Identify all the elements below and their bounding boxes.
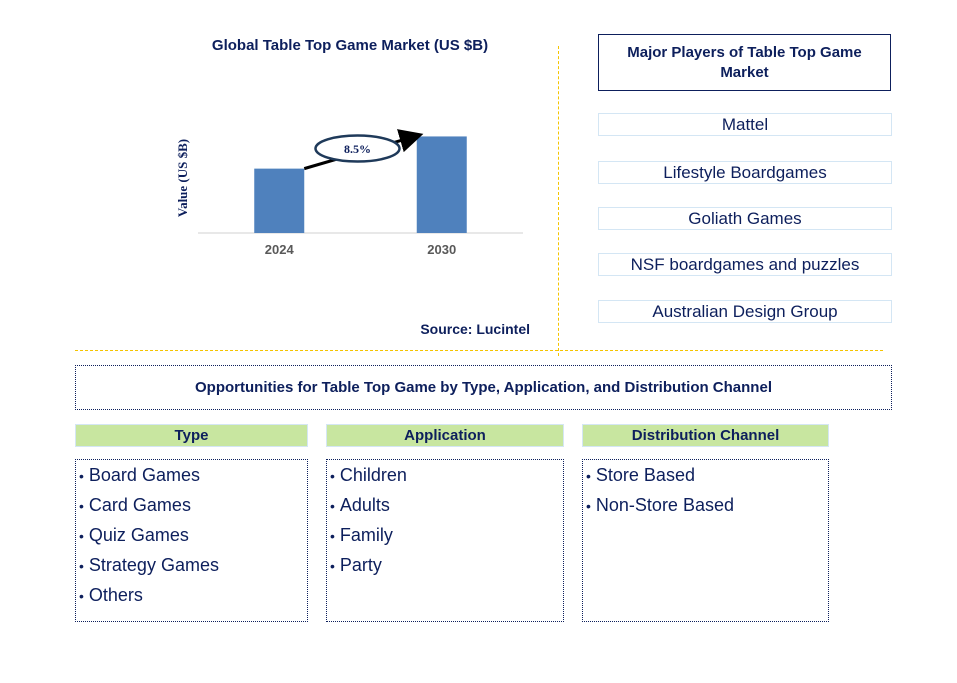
list-item: • Non-Store Based: [586, 495, 734, 515]
list-item: • Party: [330, 555, 382, 575]
list-item: • Card Games: [79, 495, 191, 515]
type-list: • Board Games • Card Games • Quiz Games • St…: [75, 459, 308, 622]
y-axis-label: Value (US $B): [175, 139, 190, 217]
player-box: NSF boardgames and puzzles: [598, 253, 892, 276]
player-box: Goliath Games: [598, 207, 892, 230]
list-item: • Children: [330, 465, 407, 485]
list-item: • Strategy Games: [79, 555, 219, 575]
vertical-divider: [558, 46, 559, 356]
list-item: • Others: [79, 585, 143, 605]
type-header: Type: [75, 424, 308, 447]
x-tick-label: 2024: [265, 242, 295, 257]
application-header: Application: [326, 424, 564, 447]
list-item: • Family: [330, 525, 393, 545]
list-item: • Quiz Games: [79, 525, 189, 545]
market-bar-chart: Value (US $B) 2024 2030 8.5%: [175, 129, 523, 257]
source-label: Source: Lucintel: [420, 321, 530, 337]
list-item: • Adults: [330, 495, 390, 515]
list-item: • Board Games: [79, 465, 200, 485]
list-item: • Store Based: [586, 465, 695, 485]
chart-title: Global Table Top Game Market (US $B): [211, 37, 489, 54]
player-box: Mattel: [598, 113, 892, 136]
opportunities-title: Opportunities for Table Top Game by Type…: [75, 365, 892, 410]
player-box: Australian Design Group: [598, 300, 892, 323]
distribution-channel-list: • Store Based • Non-Store Based: [582, 459, 829, 622]
cagr-label: 8.5%: [344, 142, 371, 156]
major-players-title: Major Players of Table Top Game Market: [598, 34, 891, 91]
bar-2030: [416, 136, 467, 233]
horizontal-divider: [75, 350, 883, 351]
application-list: • Children • Adults • Family • Party: [326, 459, 564, 622]
bar-2024: [254, 168, 305, 233]
x-tick-label: 2030: [427, 242, 456, 257]
distribution-channel-header: Distribution Channel: [582, 424, 829, 447]
player-box: Lifestyle Boardgames: [598, 161, 892, 184]
